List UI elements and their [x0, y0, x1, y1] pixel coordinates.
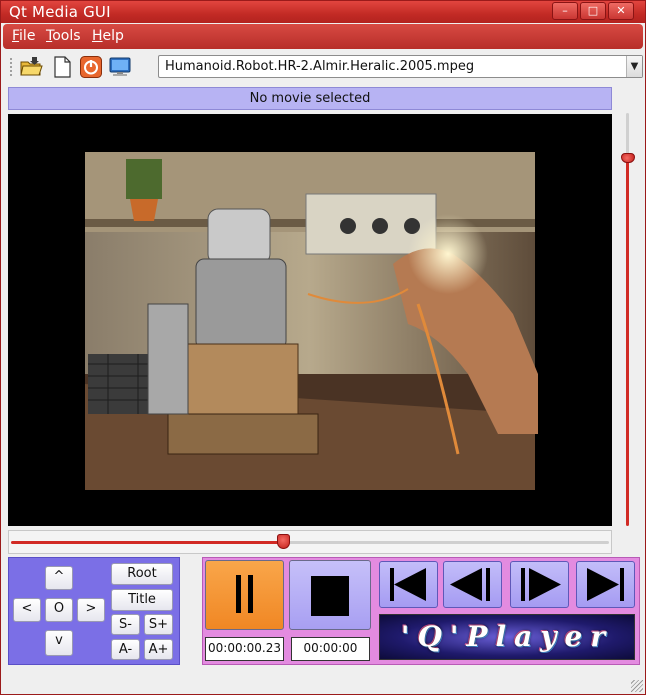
skip-to-end-button[interactable]: [576, 561, 635, 608]
subtitle-next-button[interactable]: S+: [144, 614, 173, 635]
resize-grip[interactable]: [631, 680, 643, 692]
volume-level: [626, 158, 629, 526]
nav-right-button[interactable]: >: [77, 598, 105, 622]
pause-button[interactable]: [205, 560, 284, 630]
volume-slider-handle[interactable]: [621, 153, 635, 163]
playback-panel: 00:00:00.23 00:00:00 'Q'Player: [202, 557, 640, 665]
volume-track: [626, 113, 629, 158]
window-title: Qt Media GUI: [9, 3, 111, 21]
skip-to-end-icon: [587, 568, 624, 601]
minimize-button[interactable]: –: [552, 2, 578, 20]
main-window: Qt Media GUI – □ ✕ File Tools Help Human…: [0, 0, 646, 695]
audio-next-button[interactable]: A+: [144, 639, 173, 660]
previous-frame-button[interactable]: [443, 561, 502, 608]
seek-progress: [11, 541, 283, 544]
power-icon[interactable]: [79, 55, 103, 79]
elapsed-time: 00:00:00.23: [205, 637, 284, 661]
nav-down-button[interactable]: v: [45, 630, 73, 656]
next-frame-button[interactable]: [510, 561, 569, 608]
stop-button[interactable]: [289, 560, 371, 630]
toolbar: Humanoid.Robot.HR-2.Almir.Heralic.2005.m…: [3, 51, 643, 83]
menu-file-label: ile: [19, 28, 36, 44]
menu-bar: File Tools Help: [3, 24, 643, 49]
skip-to-start-icon: [390, 568, 426, 601]
volume-slider[interactable]: [621, 113, 635, 529]
menu-tools-label: ools: [52, 28, 81, 44]
skip-to-start-button[interactable]: [379, 561, 438, 608]
menu-help[interactable]: Help: [92, 28, 124, 44]
nav-ok-button[interactable]: O: [45, 598, 73, 622]
maximize-button[interactable]: □: [580, 2, 606, 20]
previous-frame-icon: [450, 568, 490, 601]
toolbar-grip[interactable]: [9, 57, 13, 77]
nav-up-button[interactable]: ^: [45, 566, 73, 590]
stop-icon: [311, 576, 349, 616]
seek-slider-handle[interactable]: [277, 534, 290, 549]
total-time: 00:00:00: [291, 637, 370, 661]
root-menu-button[interactable]: Root: [111, 563, 173, 585]
menu-help-label: elp: [102, 28, 124, 44]
menu-tools[interactable]: Tools: [46, 28, 81, 44]
title-bar[interactable]: Qt Media GUI – □ ✕: [1, 1, 645, 23]
seek-track: [283, 541, 609, 544]
player-logo: 'Q'Player: [379, 614, 635, 660]
next-frame-icon: [521, 568, 561, 601]
monitor-icon[interactable]: [108, 55, 132, 79]
subtitle-prev-button[interactable]: S-: [111, 614, 140, 635]
pause-icon: [236, 575, 253, 613]
close-button[interactable]: ✕: [608, 2, 634, 20]
audio-prev-button[interactable]: A-: [111, 639, 140, 660]
new-file-icon[interactable]: [50, 55, 74, 79]
nav-left-button[interactable]: <: [13, 598, 41, 622]
dvd-navigation-panel: ^ < O > v Root Title S- S+ A- A+: [8, 557, 180, 665]
chevron-down-icon[interactable]: ▼: [626, 56, 642, 77]
seek-slider[interactable]: [8, 530, 612, 554]
video-display[interactable]: [8, 114, 612, 526]
title-menu-button[interactable]: Title: [111, 589, 173, 611]
video-frame-image: [85, 152, 538, 490]
file-select-combo[interactable]: Humanoid.Robot.HR-2.Almir.Heralic.2005.m…: [158, 55, 643, 78]
status-label: No movie selected: [8, 87, 612, 110]
open-folder-icon[interactable]: [19, 55, 43, 79]
menu-file-mnemonic: F: [12, 28, 20, 44]
menu-file[interactable]: File: [12, 28, 35, 44]
menu-help-mnemonic: H: [92, 28, 103, 44]
file-select-value: Humanoid.Robot.HR-2.Almir.Heralic.2005.m…: [165, 59, 475, 74]
